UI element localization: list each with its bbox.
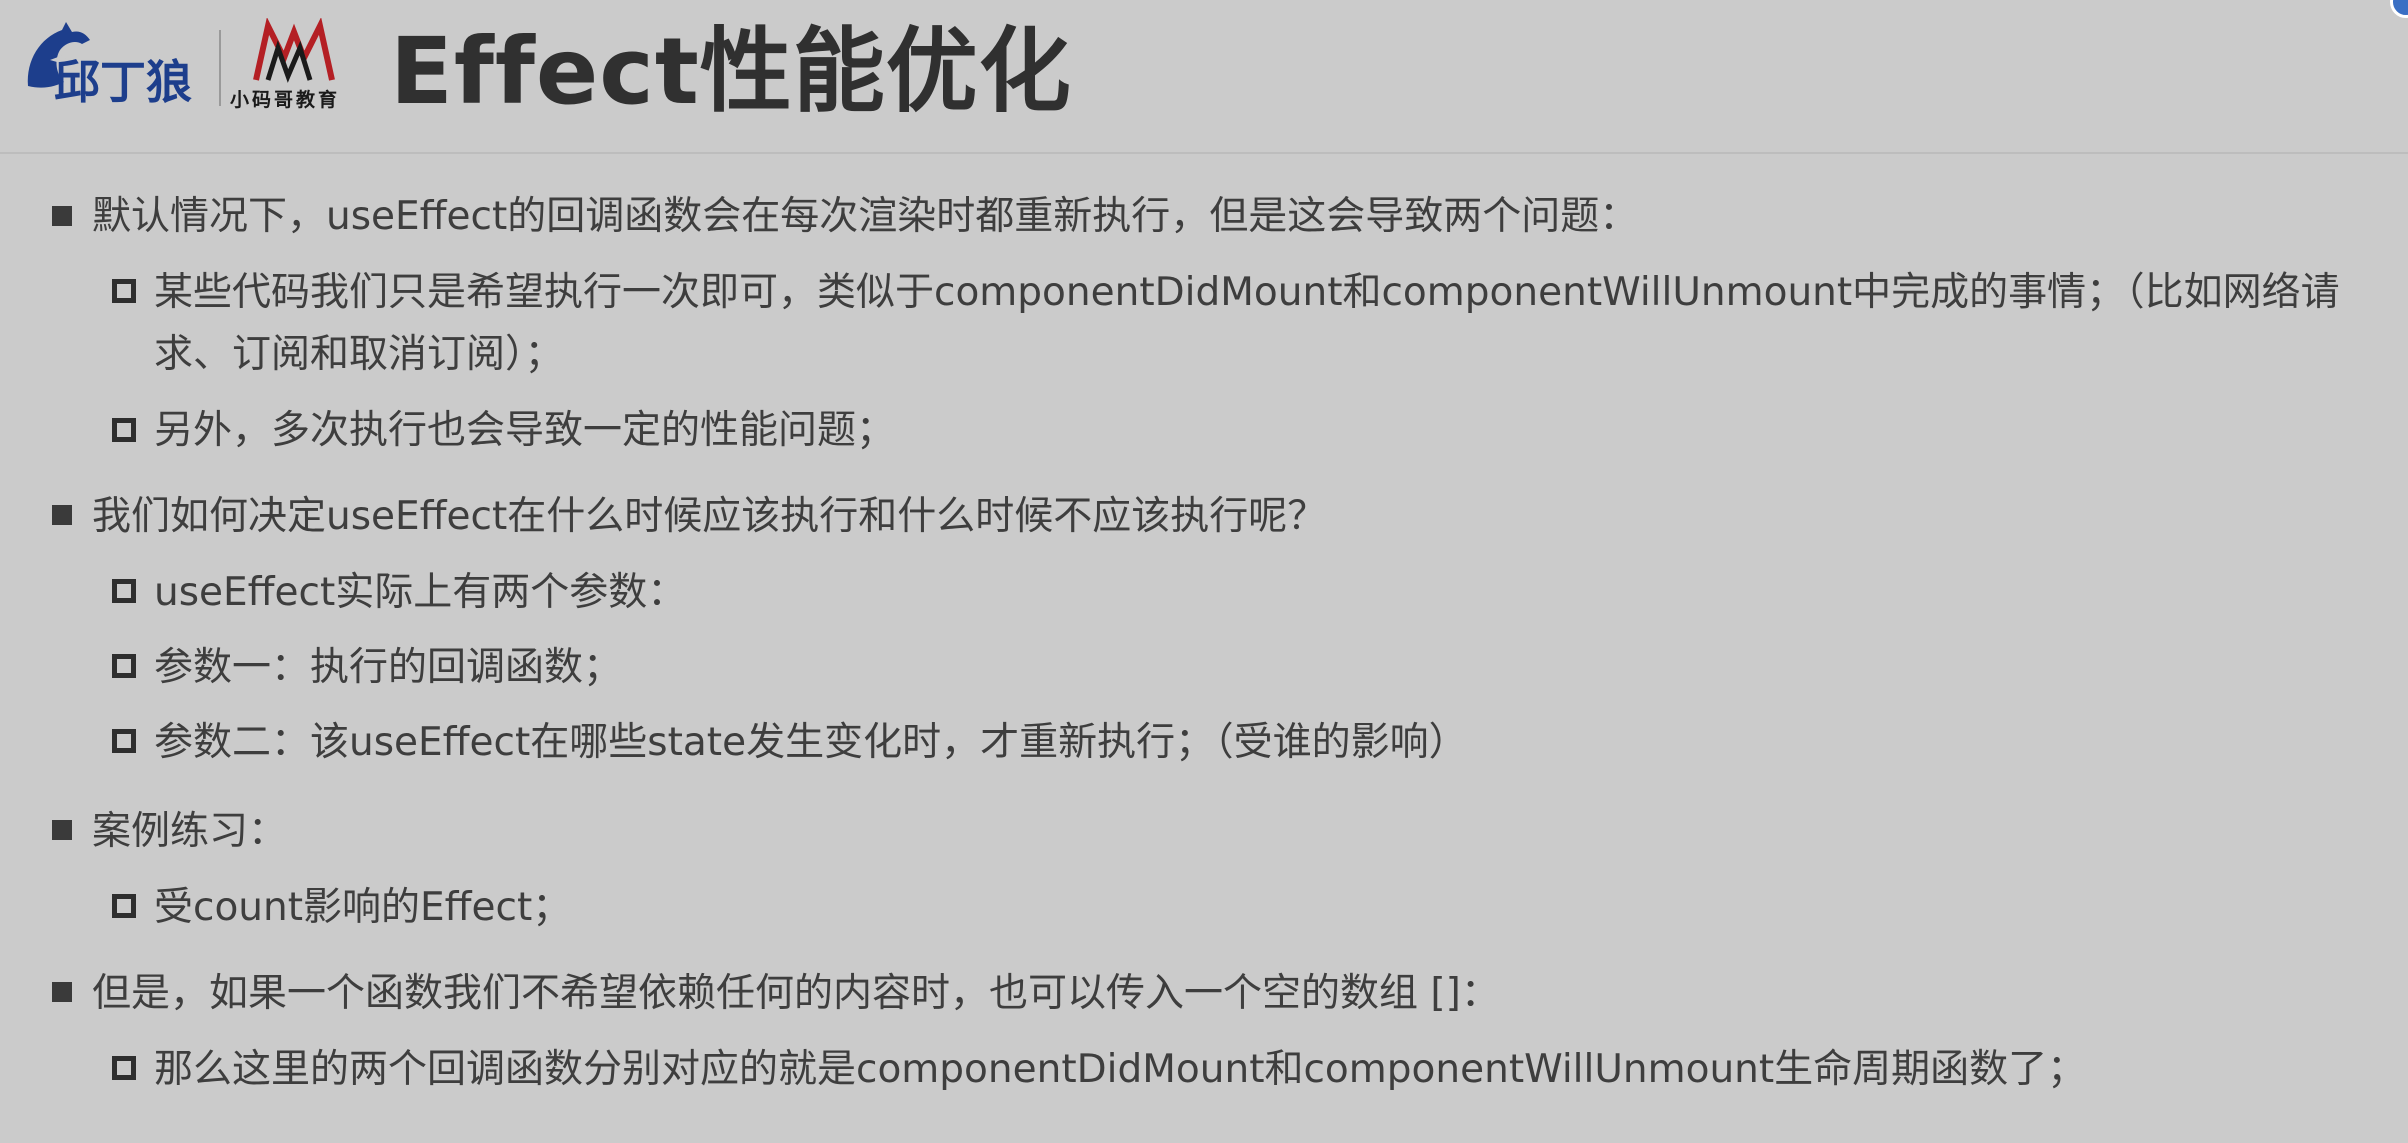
hollow-square-bullet-icon — [112, 894, 136, 918]
bullet-item: 但是，如果一个函数我们不希望依赖任何的内容时，也可以传入一个空的数组 []： — [92, 971, 1500, 1016]
square-bullet-icon — [52, 820, 72, 840]
hollow-square-bullet-icon — [112, 729, 136, 753]
sub-bullet-item: 某些代码我们只是希望执行一次即可，类似于componentDidMount和co… — [154, 270, 2340, 377]
square-bullet-icon — [52, 206, 72, 226]
sub-bullet-item: 那么这里的两个回调函数分别对应的就是componentDidMount和comp… — [154, 1047, 2087, 1092]
hollow-square-bullet-icon — [112, 654, 136, 678]
sub-bullet-item: 参数二：该useEffect在哪些state发生变化时，才重新执行；（受谁的影响… — [154, 720, 1468, 765]
sub-bullet-item: 参数一：执行的回调函数； — [154, 645, 623, 690]
sub-bullet-item: 受count影响的Effect； — [154, 885, 572, 930]
hollow-square-bullet-icon — [112, 1056, 136, 1080]
bullet-item: 我们如何决定useEffect在什么时候应该执行和什么时候不应该执行呢？ — [92, 494, 1327, 539]
bullet-item: 案例练习： — [92, 809, 288, 854]
hollow-square-bullet-icon — [112, 418, 136, 442]
square-bullet-icon — [52, 505, 72, 525]
hollow-square-bullet-icon — [112, 579, 136, 603]
bullet-list: 默认情况下，useEffect的回调函数会在每次渲染时都重新执行，但是这会导致两… — [0, 0, 2408, 1143]
sub-bullet-item: useEffect实际上有两个参数： — [154, 570, 687, 615]
bullet-item: 默认情况下，useEffect的回调函数会在每次渲染时都重新执行，但是这会导致两… — [92, 194, 1639, 239]
hollow-square-bullet-icon — [112, 279, 136, 303]
sub-bullet-item: 另外，多次执行也会导致一定的性能问题； — [154, 408, 896, 453]
square-bullet-icon — [52, 982, 72, 1002]
